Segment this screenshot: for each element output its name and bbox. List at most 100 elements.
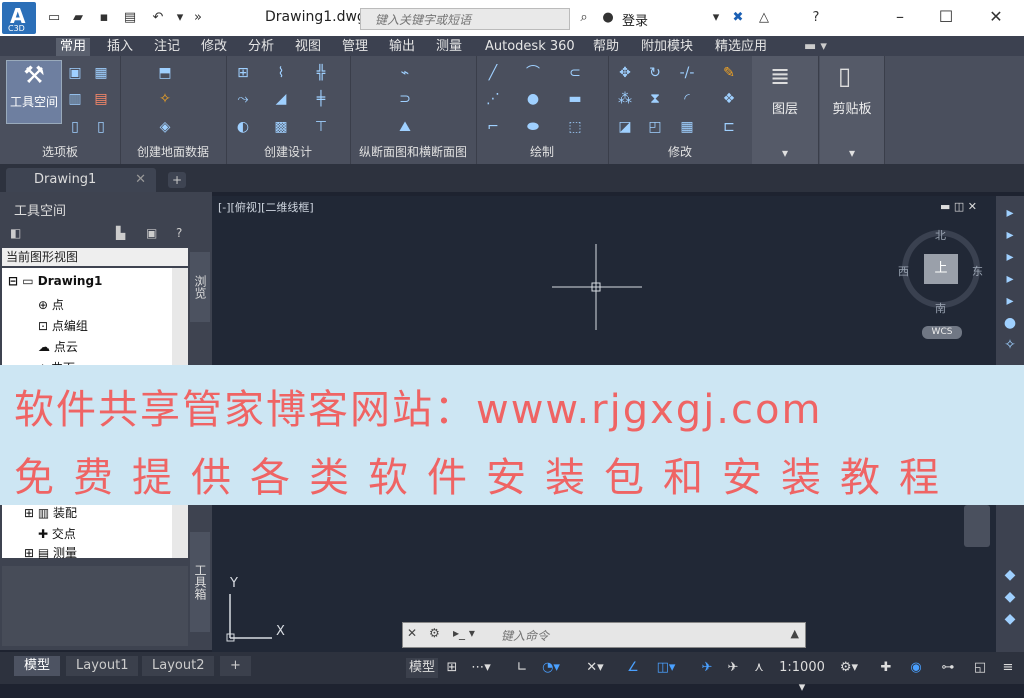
annotation-monitor-icon[interactable]: ✚ (876, 658, 896, 678)
corridor-icon[interactable]: ◐ (234, 118, 252, 136)
tree-node-assemblies[interactable]: ⊞ ▥ 装配 (24, 504, 77, 521)
fillet-icon[interactable]: ◜ (678, 90, 696, 108)
save-icon[interactable]: ▪ (96, 10, 112, 26)
tree-node-drawing[interactable]: ⊟ ▭ Drawing1 (8, 274, 102, 288)
layers-expand-icon[interactable]: ▾ (752, 146, 818, 160)
tab-help[interactable]: 帮助 (589, 38, 623, 56)
tree-node-point-groups[interactable]: ⊡ 点编组 (38, 317, 88, 334)
item-view-icon[interactable]: ▣ (146, 226, 157, 240)
viewport-controls[interactable]: [-][俯视][二维线框] (218, 199, 314, 215)
annotation-scale-select[interactable]: 1:1000 ▾ (776, 658, 828, 695)
viewcube-top[interactable]: 上 (924, 254, 958, 284)
close-button[interactable]: ✕ (976, 4, 1016, 30)
boundary-icon[interactable]: ⬚ (566, 118, 584, 136)
rotate-icon[interactable]: ↻ (646, 64, 664, 82)
autodesk-a360-icon[interactable]: △ (756, 10, 772, 26)
circle-icon[interactable]: ● (524, 90, 542, 108)
document-tab[interactable]: Drawing1 ✕ (6, 168, 156, 192)
workspace-gear-icon[interactable]: ⚙▾ (834, 658, 864, 678)
parcel-icon[interactable]: ⊞ (234, 64, 252, 82)
tool-icon-6[interactable]: ● (1001, 314, 1019, 332)
tool-icon-7[interactable]: ✧ (1001, 336, 1019, 354)
maximize-button[interactable]: ☐ (926, 4, 966, 30)
panel-label[interactable]: 创建地面数据 (120, 143, 226, 160)
undo-dropdown-icon[interactable]: ▾ (172, 10, 188, 26)
object-snap-tracking-icon[interactable]: ∠ (622, 658, 644, 678)
add-layout-icon[interactable]: + (220, 656, 251, 676)
profile-icon[interactable]: ⌁ (396, 64, 414, 82)
snap-icon[interactable]: ⋯▾ (466, 658, 496, 678)
annotation-scale-icon[interactable]: ⋏ (748, 658, 770, 678)
layers-icon[interactable]: ≣ (770, 62, 790, 90)
scale-icon[interactable]: ◰ (646, 118, 664, 136)
open-folder-icon[interactable]: ▰ (70, 10, 86, 26)
array-icon[interactable]: ▦ (678, 118, 696, 136)
sheet-icon[interactable]: ▯ (66, 118, 84, 136)
tool-icon-8[interactable]: ◆ (1001, 566, 1019, 584)
stretch-icon[interactable]: ◪ (616, 118, 634, 136)
isodraft-icon[interactable]: ✕▾ (580, 658, 610, 678)
tool-icon-3[interactable]: ▸ (1001, 248, 1019, 266)
panel-icon[interactable]: ▯ (92, 118, 110, 136)
model-space-button[interactable]: 模型 (406, 658, 438, 678)
compass-east[interactable]: 东 (972, 263, 983, 279)
help-icon[interactable]: ? (808, 10, 824, 26)
tool-icon-2[interactable]: ▸ (1001, 226, 1019, 244)
tab-home[interactable]: 常用 (56, 38, 91, 56)
section-view-icon[interactable]: ⛰ (396, 118, 414, 136)
tree-node-survey[interactable]: ⊞ ▤ 测量 (24, 544, 77, 561)
tree-node-point-clouds[interactable]: ☁ 点云 (38, 338, 78, 355)
properties-icon[interactable]: ▣ (66, 64, 84, 82)
hardware-acceleration-icon[interactable]: ⊶ (938, 658, 958, 678)
customization-menu-icon[interactable]: ≡ (998, 658, 1018, 678)
tab-autodesk-360[interactable]: Autodesk 360 (481, 38, 579, 56)
command-expand-icon[interactable]: ▲ (791, 627, 799, 640)
panel-label[interactable]: 纵断面图和横断面图 (350, 143, 476, 160)
tool-icon-1[interactable]: ▸ (1001, 204, 1019, 222)
panel-label[interactable]: 创建设计 (226, 143, 350, 160)
erase-icon[interactable]: ✎ (720, 64, 738, 82)
auto-scale-icon[interactable]: ✈ (722, 658, 744, 678)
tool-icon-4[interactable]: ▸ (1001, 270, 1019, 288)
compass-west[interactable]: 西 (898, 263, 909, 279)
toolbox-icon[interactable]: ▤ (92, 90, 110, 108)
view-selector-icon[interactable]: ◧ (10, 226, 21, 240)
panel-label[interactable]: 修改 (608, 143, 752, 160)
assembly-icon[interactable]: ▩ (272, 118, 290, 136)
tab-toolbox[interactable]: 工具箱 (190, 532, 210, 632)
print-icon[interactable]: ▤ (122, 10, 138, 26)
isolate-objects-icon[interactable]: ◉ (906, 658, 926, 678)
feature-line-icon[interactable]: ⌇ (272, 64, 290, 82)
search-input[interactable] (361, 9, 567, 31)
grading-icon[interactable]: ◢ (272, 90, 290, 108)
move-icon[interactable]: ✥ (616, 64, 634, 82)
current-drawing-view[interactable]: 当前图形视图 (2, 248, 188, 266)
ellipse-icon[interactable]: ⬬ (524, 118, 542, 136)
line-icon[interactable]: ╱ (484, 64, 502, 82)
tool-icon-9[interactable]: ◆ (1001, 588, 1019, 606)
exchange-icon[interactable]: ✖ (730, 10, 746, 26)
tab-view[interactable]: 视图 (291, 38, 325, 56)
tab-model[interactable]: 模型 (14, 656, 61, 676)
grid-view-icon[interactable]: ▙ (116, 226, 125, 240)
user-icon[interactable]: ● (600, 10, 616, 26)
tab-analyze[interactable]: 分析 (244, 38, 278, 56)
tab-annotate[interactable]: 注记 (150, 38, 184, 56)
tab-layout1[interactable]: Layout1 (66, 656, 139, 676)
command-history-icon[interactable]: ▸_ ▾ (453, 626, 475, 640)
tab-layout2[interactable]: Layout2 (142, 656, 215, 676)
compass-south[interactable]: 南 (935, 300, 946, 316)
command-settings-icon[interactable]: ⚙ (429, 626, 440, 640)
object-snap-icon[interactable]: ◫▾ (650, 658, 682, 678)
tab-output[interactable]: 输出 (385, 38, 419, 56)
tool-icon-10[interactable]: ◆ (1001, 610, 1019, 628)
tab-featured-apps[interactable]: 精选应用 (711, 38, 771, 56)
annotation-visibility-icon[interactable]: ✈ (696, 658, 718, 678)
arc-icon[interactable]: ⌒ (524, 64, 542, 82)
command-close-icon[interactable]: ✕ (407, 626, 417, 640)
toolspace-button[interactable]: ⚒ 工具空间 (6, 60, 62, 124)
clean-screen-icon[interactable]: ◱ (970, 658, 990, 678)
clipboard-icon[interactable]: ▯ (838, 62, 851, 90)
tab-prospector[interactable]: 浏览 (190, 252, 210, 322)
grid-icon[interactable]: ⊞ (442, 658, 462, 678)
